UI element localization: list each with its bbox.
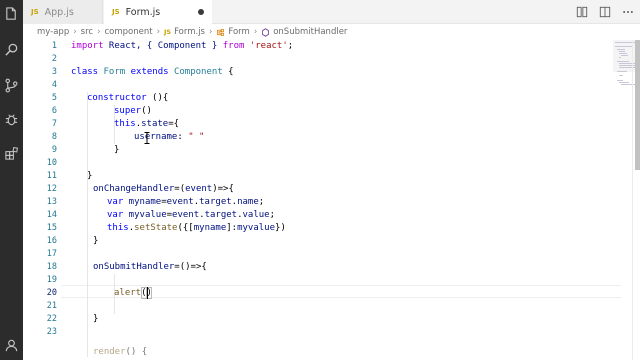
code-line: render() { [93,347,148,357]
tab-app-js[interactable]: JS App.js [23,0,103,24]
chevron-right-icon: › [73,27,77,37]
line-number: 23 [46,327,57,337]
activity-bar [0,0,23,360]
ibeam-cursor-icon [144,132,150,144]
breadcrumb: my-app › src › component › JS Form.js › … [23,24,640,40]
tab-label: App.js [44,6,74,18]
tab-form-js[interactable]: JS Form.js [104,0,212,24]
code-line: onChangeHandler=(event)=>{ [93,184,234,194]
line-number: 8 [51,132,57,142]
line-number: 7 [51,119,57,129]
class-icon [216,28,225,37]
split-editor-icon[interactable] [598,5,611,18]
line-number: 18 [46,262,57,272]
debug-icon[interactable] [4,112,19,127]
line-number: 16 [46,236,57,246]
line-number: 14 [46,210,57,220]
chevron-right-icon: › [208,27,213,37]
code-line: } [114,145,120,155]
breadcrumb-class[interactable]: Form [228,27,249,37]
code-editor[interactable]: 1 2 3 4 5 6 7 8 9 10 11 12 13 14 15 16 1… [23,40,640,360]
unsaved-dot-icon[interactable] [198,9,204,15]
indent-guide [87,92,88,357]
line-number: 1 [51,41,57,51]
line-number: 3 [51,67,57,77]
chevron-right-icon: › [97,27,101,37]
scrollbar-thumb[interactable] [635,40,640,170]
code-line: constructor (){ [87,93,169,103]
code-line: var myname=event.target.name; [107,197,265,207]
line-number: 20 [46,288,57,298]
js-file-icon: JS [31,8,39,16]
code-line: var myvalue=event.target.value; [107,210,276,220]
code-line: this.state={ [114,119,180,129]
line-number: 11 [46,171,57,181]
search-icon[interactable] [4,42,19,57]
line-number: 2 [51,54,57,64]
line-number: 13 [46,197,57,207]
line-number: 9 [51,145,57,155]
code-line: } [93,314,99,324]
line-number: 15 [46,223,57,233]
code-line: this.setState({[myname]:myvalue}) [107,223,286,233]
editor-actions [575,5,634,18]
js-file-icon: JS [163,28,172,36]
breadcrumb-item[interactable]: component [104,27,152,37]
tab-label: Form.js [125,6,161,18]
extensions-icon[interactable] [4,146,19,161]
chevron-right-icon: › [156,27,160,37]
line-number: 22 [46,314,57,324]
breadcrumb-item[interactable]: my-app [37,27,69,37]
code-area[interactable]: import React, { Component } from 'react'… [71,40,611,360]
js-file-icon: JS [112,8,120,16]
line-number: 6 [51,106,57,116]
line-number: 10 [46,158,57,168]
text-cursor [147,287,148,299]
code-line: } [87,171,93,181]
more-actions-icon[interactable] [621,5,634,18]
code-line: } [93,236,99,246]
chevron-right-icon: › [253,27,258,37]
line-number: 19 [46,275,57,285]
source-control-icon[interactable] [4,78,19,93]
line-number: 12 [46,184,57,194]
line-number-gutter: 1 2 3 4 5 6 7 8 9 10 11 12 13 14 15 16 1… [23,40,61,360]
tab-bar: JS App.js JS Form.js [23,0,640,24]
line-number: 4 [51,80,57,90]
breadcrumb-item[interactable]: src [81,27,93,37]
code-line: super() [114,106,152,116]
line-number: 17 [46,249,57,259]
field-icon [261,27,270,37]
account-icon[interactable] [4,338,19,353]
line-number: 5 [51,93,57,103]
code-line: onSubmitHandler=()=>{ [93,262,207,272]
code-line: import React, { Component } from 'react'… [71,41,294,51]
code-line: class Form extends Component { [71,67,234,77]
breadcrumb-file[interactable]: Form.js [174,27,205,37]
vertical-scrollbar[interactable] [632,40,640,360]
breadcrumb-method[interactable]: onSubmitHandler [273,27,347,37]
line-number: 21 [46,301,57,311]
compare-icon[interactable] [575,5,588,18]
files-icon[interactable] [4,6,19,21]
